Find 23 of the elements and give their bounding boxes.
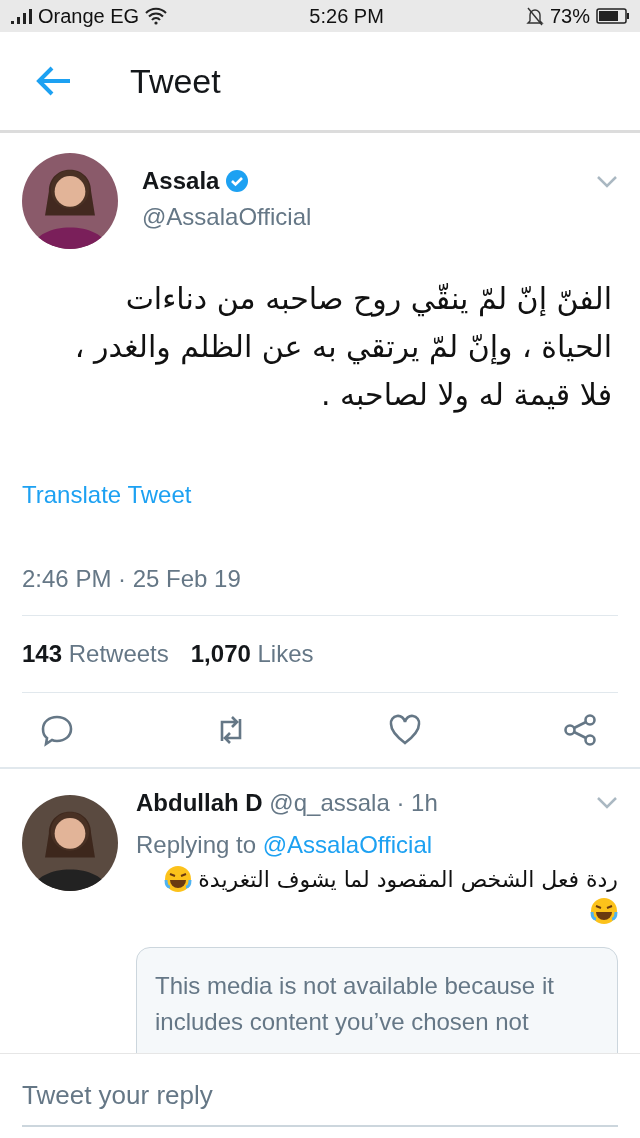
carrier-name: Orange EG <box>38 4 140 28</box>
laughing-emoji-icon <box>590 897 618 925</box>
reply-text: ردة فعل الشخص المقصود لما يشوف التغريدة <box>198 866 618 892</box>
wifi-icon <box>145 7 168 25</box>
signal-icon <box>10 8 32 24</box>
battery-icon <box>596 8 630 24</box>
page-title: Tweet <box>130 61 221 101</box>
author-handle: @AssalaOfficial <box>142 203 313 231</box>
reply-bubble-icon[interactable] <box>40 713 74 747</box>
likes-count[interactable]: 1,070 Likes <box>190 640 314 668</box>
clock-time: 5:26 PM <box>309 4 384 28</box>
retweets-count[interactable]: 143 Retweets <box>22 640 169 668</box>
muted-bell-icon <box>525 6 544 26</box>
battery-percent: 73% <box>549 4 590 28</box>
reply-author-line[interactable]: Abdullah D @q_assala · 1h <box>136 789 438 817</box>
laughing-emoji-icon <box>164 865 193 893</box>
author-name[interactable]: Assala <box>142 167 220 195</box>
replying-to-line: Replying to @AssalaOfficial <box>136 831 434 859</box>
tweet-timestamp: 2:46 PM · 25 Feb 19 <box>22 565 241 592</box>
back-arrow-icon[interactable] <box>36 65 72 97</box>
share-icon[interactable] <box>562 713 598 747</box>
heart-icon[interactable] <box>388 713 422 747</box>
tweet-text: الفنّ إنّ لمّ ينقّي روح صاحبه من دناءات الحياة ، وإنّ لمّ يرتقي به عن الظلم والغدر ، فلا قيمة له ولا لصاحبه . <box>73 280 612 415</box>
